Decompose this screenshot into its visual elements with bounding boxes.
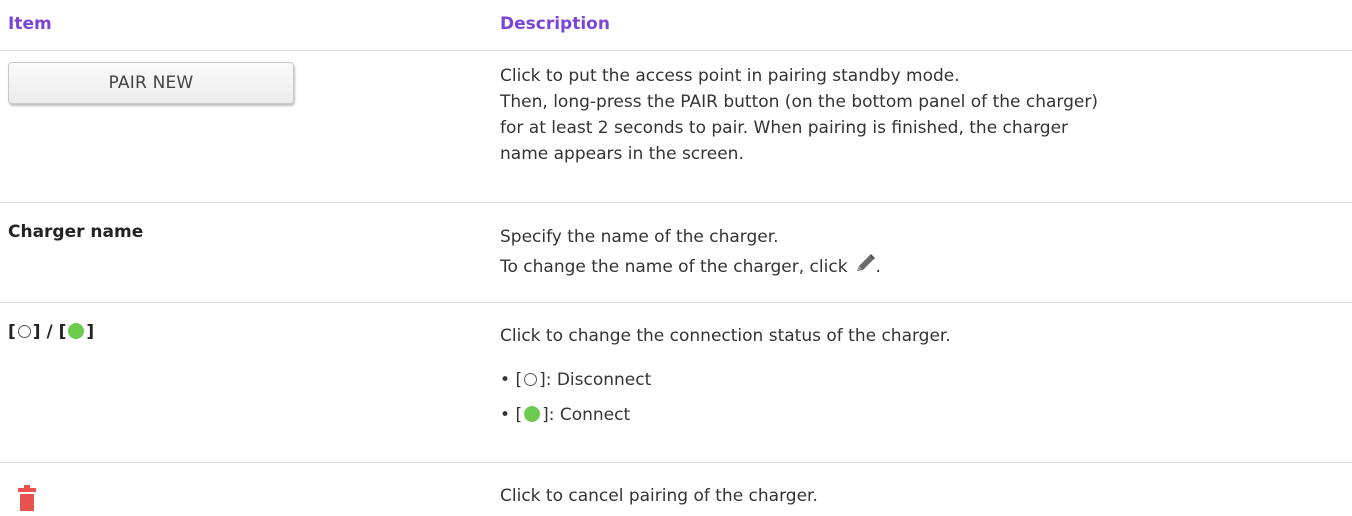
- bracket-text: [: [8, 322, 16, 342]
- description-line: To change the name of the charger, click…: [500, 254, 1350, 282]
- help-table: Item Description PAIR NEW Click to put t…: [0, 0, 1352, 514]
- description-line: name appears in the screen.: [500, 144, 744, 164]
- bullet-marker: •: [500, 370, 511, 390]
- charger-name-description: Specify the name of the charger. To chan…: [500, 224, 1350, 282]
- bracket-text: [: [515, 405, 523, 425]
- description-line: Click to put the access point in pairing…: [500, 66, 960, 86]
- table-row-delete: Click to cancel pairing of the charger.: [0, 463, 1352, 514]
- description-text: .: [875, 257, 881, 277]
- pair-new-button[interactable]: PAIR NEW: [8, 62, 294, 104]
- bullet-item-disconnect: • [ ]: Disconnect: [500, 367, 1350, 393]
- bracket-text: ]: [86, 322, 95, 342]
- connection-status-label: [ ] / []: [8, 322, 94, 342]
- bullet-item-connect: • [ ]: Connect: [500, 402, 1350, 428]
- bracket-text: [: [515, 370, 523, 390]
- bullet-marker: •: [500, 405, 511, 425]
- description-line: Specify the name of the charger.: [500, 227, 779, 247]
- green-circle-icon: [68, 323, 85, 339]
- description-line: for at least 2 seconds to pair. When pai…: [500, 118, 1069, 138]
- connection-status-description: Click to change the connection status of…: [500, 323, 1350, 428]
- table-row-pair-new: PAIR NEW Click to put the access point i…: [0, 51, 1352, 203]
- table-header-row: Item Description: [0, 0, 1352, 51]
- bullet-text: ]: Connect: [542, 405, 631, 425]
- delete-description: Click to cancel pairing of the charger.: [500, 486, 818, 506]
- empty-circle-icon: [524, 373, 538, 386]
- bullet-text: ]: Disconnect: [539, 370, 652, 390]
- description-line: Then, long-press the PAIR button (on the…: [500, 92, 1098, 112]
- item-column-header: Item: [8, 14, 52, 34]
- description-line: Click to change the connection status of…: [500, 326, 951, 346]
- trash-icon[interactable]: [18, 485, 36, 516]
- green-circle-icon: [524, 406, 541, 422]
- description-text: To change the name of the charger, click: [500, 257, 848, 277]
- table-row-charger-name: Charger name Specify the name of the cha…: [0, 203, 1352, 303]
- pair-new-description: Click to put the access point in pairing…: [500, 63, 1350, 167]
- bracket-text: ] / [: [32, 322, 67, 342]
- empty-circle-icon: [17, 325, 31, 338]
- description-column-header: Description: [500, 14, 610, 34]
- pencil-icon[interactable]: [854, 254, 876, 282]
- charger-name-label: Charger name: [8, 222, 144, 242]
- table-row-connection-status: [ ] / [] Click to change the connection s…: [0, 303, 1352, 463]
